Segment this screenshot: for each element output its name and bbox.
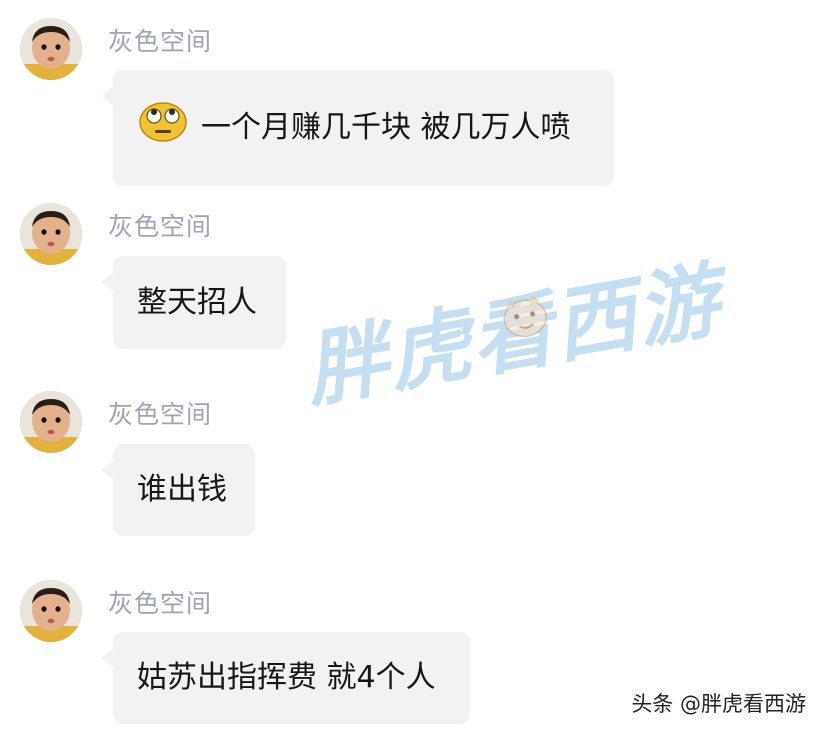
child-portrait-icon [20, 391, 82, 453]
avatar[interactable] [20, 203, 82, 265]
source-tag: 头条 @胖虎看西游 [631, 692, 806, 716]
avatar[interactable] [20, 391, 82, 453]
message-text: 姑苏出指挥费 就4个人 [137, 660, 436, 695]
bubble-tail [101, 460, 114, 480]
bubble-tail [101, 272, 114, 292]
avatar[interactable] [20, 18, 82, 80]
child-portrait-icon [20, 203, 82, 265]
face-with-rolling-eyes-icon [139, 102, 187, 142]
bubble-tail [101, 648, 114, 668]
message-text: 整天招人 [137, 284, 257, 320]
message-bubble[interactable]: 谁出钱 [101, 444, 255, 536]
sender-name: 灰色空间 [108, 212, 213, 241]
message-bubble[interactable]: 姑苏出指挥费 就4个人 [101, 632, 470, 724]
chat-log: 灰色空间 一个月赚几千块 被几万人喷 灰色空间 整天招人 灰色空间 谁出钱 灰色… [0, 0, 824, 734]
message-bubble[interactable]: 一个月赚几千块 被几万人喷 [101, 70, 614, 186]
bubble-tail [101, 86, 114, 106]
sender-name: 灰色空间 [108, 27, 213, 56]
message-text: 谁出钱 [137, 472, 227, 507]
message-text: 一个月赚几千块 被几万人喷 [201, 110, 571, 145]
child-portrait-icon [20, 580, 82, 642]
sender-name: 灰色空间 [108, 400, 213, 429]
avatar[interactable] [20, 580, 82, 642]
child-portrait-icon [20, 18, 82, 80]
sender-name: 灰色空间 [108, 589, 213, 618]
message-bubble[interactable]: 整天招人 [101, 256, 286, 349]
